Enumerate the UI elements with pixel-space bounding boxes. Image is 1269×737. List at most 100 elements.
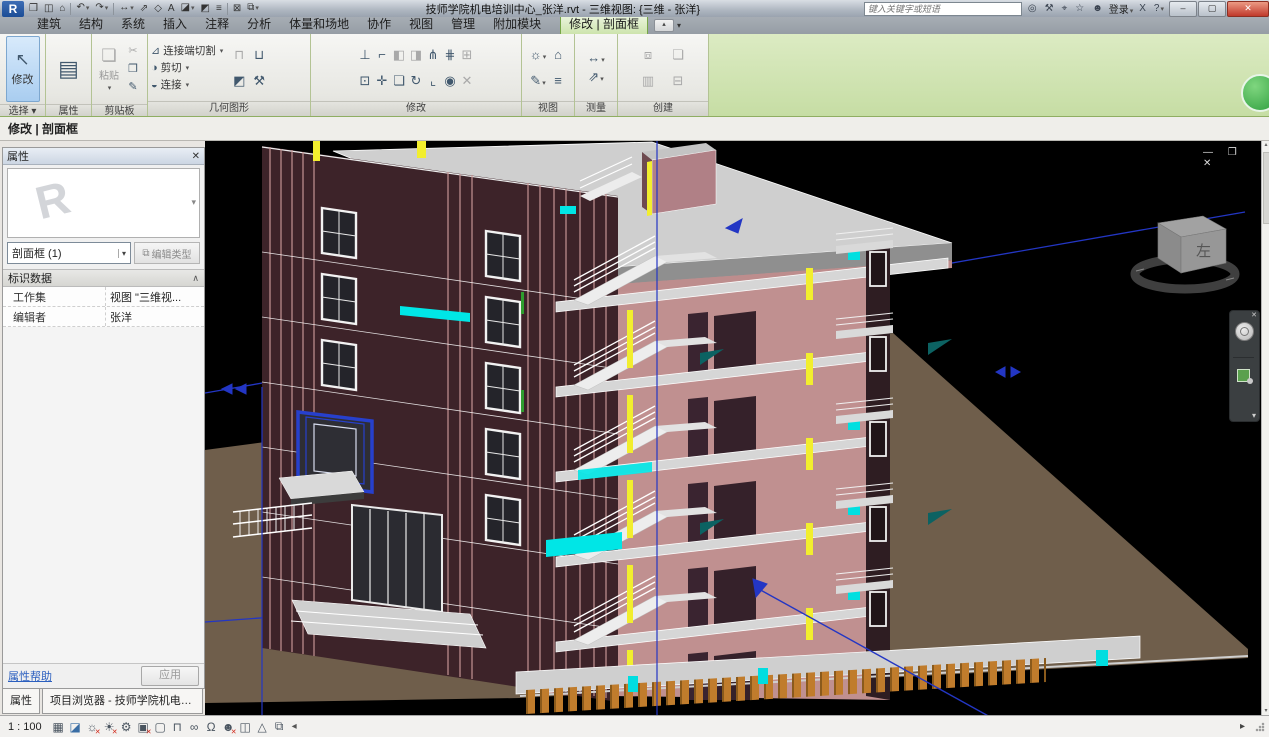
sync-with-central-icon[interactable]: ⌂ <box>56 1 68 17</box>
switch-windows-icon[interactable]: ⧉ <box>244 0 262 17</box>
tab-project-browser[interactable]: 项目浏览器 - 技师学院机电培训... <box>42 689 203 714</box>
measure-icon[interactable]: ↔ <box>116 0 137 17</box>
apply-button[interactable]: 应用 <box>141 666 199 686</box>
tab-systems[interactable]: 系统 <box>112 14 154 34</box>
search-icon[interactable]: ◎ <box>1026 3 1039 14</box>
save-icon[interactable]: ◫ <box>41 1 56 17</box>
offset-icon[interactable]: ⌐ <box>378 47 386 62</box>
minimize-ribbon-button[interactable]: ▴ <box>654 19 674 32</box>
statusbar-expand-icon[interactable]: ▸ <box>1240 721 1245 732</box>
beam-joins-icon[interactable]: ⊔ <box>254 47 264 63</box>
maximize-button[interactable]: ▢ <box>1198 1 1226 17</box>
visual-style-icon[interactable]: ◪ <box>67 720 84 734</box>
measure-ribbon-icon[interactable]: ↔ <box>587 50 605 65</box>
override-graphics-icon[interactable]: ✎ <box>530 73 545 89</box>
tab-collaborate[interactable]: 协作 <box>358 14 400 34</box>
resize-grip[interactable] <box>1255 722 1265 732</box>
move-icon[interactable]: ✛ <box>377 73 388 89</box>
tab-view[interactable]: 视图 <box>400 14 442 34</box>
palette-close-icon[interactable]: ✕ <box>192 151 200 162</box>
redo-icon[interactable]: ↷ <box>92 0 111 17</box>
help-icon[interactable]: ? <box>1152 3 1166 14</box>
mirror-pick-axis-icon[interactable]: ◧ <box>393 47 405 63</box>
scale-icon[interactable]: ⊡ <box>360 73 371 89</box>
restore-view-icon[interactable]: ❐ <box>1228 147 1243 158</box>
demolish-icon[interactable]: ⚒ <box>253 73 265 89</box>
type-selector-dropdown[interactable]: 剖面框 (1) ▾ <box>7 242 131 264</box>
tab-structure[interactable]: 结构 <box>70 14 112 34</box>
property-row-workset[interactable]: 工作集 视图 "三维视... <box>3 287 204 307</box>
pin-icon[interactable]: ◉ <box>444 73 455 89</box>
subscription-center-icon[interactable]: ⚒ <box>1043 3 1056 14</box>
undo-icon[interactable]: ↶ <box>73 0 92 17</box>
split-with-gap-icon[interactable]: ⋕ <box>445 47 456 63</box>
cut-icon[interactable]: ✂ <box>125 43 141 59</box>
chevron-down-icon[interactable]: ▾ <box>191 197 196 208</box>
create-parts-icon[interactable]: ⊟ <box>673 73 684 89</box>
split-face-icon[interactable]: ◩ <box>233 73 245 89</box>
show-crop-region-icon[interactable]: ▢ <box>152 720 169 734</box>
aligned-dimension-icon[interactable]: ⇗ <box>137 1 151 17</box>
default-3d-view-icon[interactable]: ◪ <box>178 0 198 17</box>
array-icon[interactable]: ⊞ <box>462 47 473 63</box>
palette-title-bar[interactable]: 属性 ✕ <box>3 148 204 165</box>
close-view-icon[interactable]: ✕ <box>1203 158 1217 169</box>
mirror-draw-axis-icon[interactable]: ◨ <box>410 47 422 63</box>
zoom-icon[interactable] <box>1237 369 1250 382</box>
navigation-bar[interactable]: ✕ ▾ <box>1229 310 1260 422</box>
create-similar-icon[interactable]: ❏ <box>672 47 684 63</box>
tab-manage[interactable]: 管理 <box>442 14 484 34</box>
join-geometry-button[interactable]: ◒ 连接 <box>151 77 223 92</box>
close-inactive-windows-icon[interactable]: ⊠ <box>230 1 244 17</box>
copy-icon[interactable]: ❏ <box>393 73 405 89</box>
sign-in-button[interactable]: 登录 <box>1109 1 1134 16</box>
open-icon[interactable]: ❒ <box>26 1 41 17</box>
detail-level-icon[interactable]: ▦ <box>50 720 67 734</box>
temporary-view-properties-icon[interactable]: ◫ <box>237 720 254 734</box>
view-scale-button[interactable]: 1 : 100 <box>0 721 50 733</box>
show-rendering-dialog-icon[interactable]: ⌂ <box>554 47 562 62</box>
tab-architecture[interactable]: 建筑 <box>28 14 70 34</box>
edit-type-button[interactable]: ⧉ 编辑类型 <box>134 242 200 264</box>
view-lock-icon[interactable]: ⊓ <box>169 720 186 734</box>
property-row-edited-by[interactable]: 编辑者 张洋 <box>3 307 204 327</box>
trim-corner-icon[interactable]: ⌞ <box>430 73 436 89</box>
crop-view-icon[interactable]: ▣ <box>135 720 152 734</box>
tab-analyze[interactable]: 分析 <box>238 14 280 34</box>
tab-annotate[interactable]: 注释 <box>196 14 238 34</box>
properties-help-link[interactable]: 属性帮助 <box>8 668 52 684</box>
steering-wheel-icon[interactable] <box>1235 322 1254 341</box>
cut-geometry-button[interactable]: ◑ 剪切 <box>151 60 223 75</box>
analytical-model-icon[interactable]: △ <box>254 720 271 734</box>
close-button[interactable]: ✕ <box>1227 1 1269 17</box>
aligned-dimension-ribbon-icon[interactable]: ⇗ <box>588 69 603 85</box>
exchange-apps-icon[interactable]: X <box>1137 3 1148 14</box>
tab-massing-site[interactable]: 体量和场地 <box>280 14 358 34</box>
minimize-view-icon[interactable]: — <box>1203 147 1219 158</box>
match-type-properties-icon[interactable]: ✎ <box>125 79 141 95</box>
section-icon[interactable]: ◩ <box>198 1 213 17</box>
navbar-close-icon[interactable]: ✕ <box>1251 311 1257 319</box>
shadows-icon[interactable]: ☀ <box>101 720 118 734</box>
communication-center-icon[interactable]: ⌖ <box>1060 3 1070 14</box>
minimize-button[interactable]: – <box>1169 1 1197 17</box>
panel-label-select[interactable]: 选择 ▾ <box>0 104 45 116</box>
split-element-icon[interactable]: ⋔ <box>428 47 439 63</box>
navbar-expand-icon[interactable]: ▾ <box>1252 411 1256 420</box>
create-group-icon[interactable]: ⧈ <box>644 47 652 63</box>
tab-properties-palette[interactable]: 属性 <box>2 689 40 714</box>
scroll-down-icon[interactable]: ▾ <box>1262 707 1269 714</box>
displacement-sets-icon[interactable]: ⧉ <box>271 719 288 734</box>
collapse-section-icon[interactable]: ∧ <box>192 273 199 284</box>
thin-lines-icon[interactable]: ≡ <box>213 1 225 17</box>
delete-icon[interactable]: ✕ <box>462 73 473 89</box>
revit-app-button[interactable]: R <box>2 1 24 17</box>
reveal-hidden-elements-icon[interactable]: Ω <box>203 720 220 734</box>
favorites-icon[interactable]: ☆ <box>1073 3 1086 14</box>
copy-to-clipboard-icon[interactable]: ❐ <box>125 61 141 77</box>
vertical-scrollbar[interactable]: ▴ ▾ <box>1261 140 1269 715</box>
thin-lines-ribbon-icon[interactable]: ≡ <box>554 73 562 88</box>
scroll-up-icon[interactable]: ▴ <box>1262 141 1269 148</box>
sun-path-icon[interactable]: ☼ <box>84 720 101 734</box>
3d-model-scene[interactable]: 左 <box>205 140 1261 715</box>
